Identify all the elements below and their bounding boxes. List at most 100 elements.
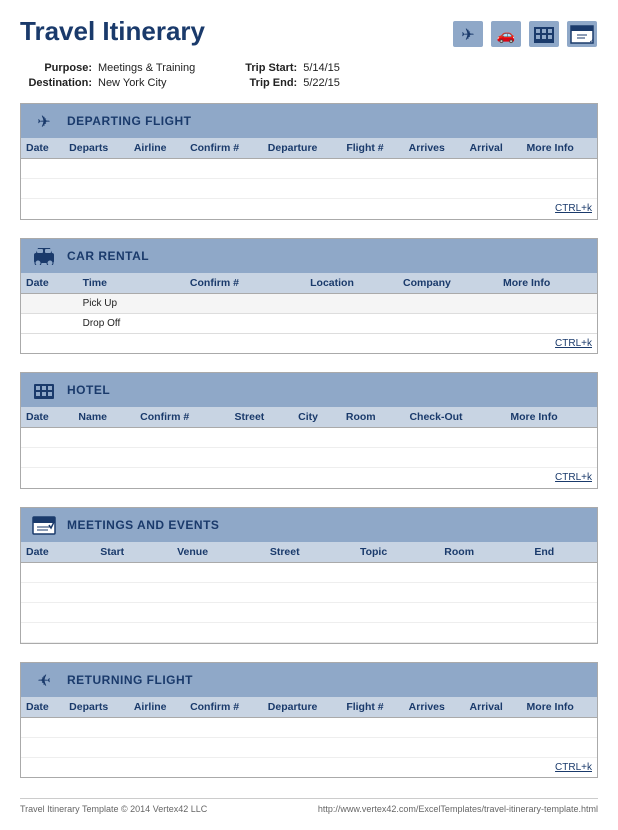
page-header: Travel Itinerary ✈ 🚗 <box>20 16 598 48</box>
table-row <box>21 179 597 199</box>
meetings-table: Date Start Venue Street Topic Room End <box>21 542 597 643</box>
meetings-title: MEETINGS AND EVENTS <box>67 518 219 532</box>
returning-ctrl-link[interactable]: CTRL+k <box>555 762 592 773</box>
footer-url: http://www.vertex42.com/ExcelTemplates/t… <box>318 804 598 814</box>
meetings-icon: ✓ <box>566 20 598 48</box>
col-airline: Airline <box>129 138 185 159</box>
destination-value: New York City <box>98 77 166 89</box>
departing-flight-section: ✈ DEPARTING FLIGHT Date Departs Airline … <box>20 103 598 220</box>
ret-col-departure: Departure <box>263 697 342 718</box>
meet-col-date: Date <box>21 542 95 563</box>
ctrl-row: CTRL+k <box>21 333 597 353</box>
meet-col-venue: Venue <box>172 542 265 563</box>
meetings-section-icon <box>31 514 57 536</box>
departing-header: ✈ DEPARTING FLIGHT <box>21 104 597 138</box>
hotel-col-street: Street <box>230 407 294 428</box>
table-row <box>21 717 597 737</box>
returning-plane-icon: ✈ <box>31 669 57 691</box>
hotel-table: Date Name Confirm # Street City Room Che… <box>21 407 597 488</box>
hotel-col-name: Name <box>73 407 135 428</box>
page-footer: Travel Itinerary Template © 2014 Vertex4… <box>20 798 598 814</box>
purpose-label: Purpose: <box>20 62 92 74</box>
ctrl-row: CTRL+k <box>21 757 597 777</box>
footer-copyright: Travel Itinerary Template © 2014 Vertex4… <box>20 804 207 814</box>
col-moreinfo: More Info <box>522 138 597 159</box>
returning-flight-section: ✈ RETURNING FLIGHT Date Departs Airline … <box>20 662 598 779</box>
purpose-destination-group: Purpose: Meetings & Training Destination… <box>20 62 195 89</box>
hotel-col-room: Room <box>341 407 405 428</box>
hotel-col-date: Date <box>21 407 73 428</box>
col-confirm: Confirm # <box>185 138 263 159</box>
ret-col-departs: Departs <box>64 697 129 718</box>
col-flight: Flight # <box>341 138 403 159</box>
hotel-section: HOTEL Date Name Confirm # Street City Ro… <box>20 372 598 489</box>
car-icon: 🚗 <box>490 20 522 48</box>
destination-label: Destination: <box>20 77 92 89</box>
col-departure: Departure <box>263 138 342 159</box>
ret-col-date: Date <box>21 697 64 718</box>
car-title: CAR RENTAL <box>67 249 149 263</box>
header-icons: ✈ 🚗 <box>452 20 598 48</box>
table-row <box>21 582 597 602</box>
ret-col-airline: Airline <box>129 697 185 718</box>
car-col-time: Time <box>78 273 160 294</box>
purpose-row: Purpose: Meetings & Training <box>20 62 195 74</box>
svg-text:✓: ✓ <box>589 38 595 45</box>
dates-group: Trip Start: 5/14/15 Trip End: 5/22/15 <box>225 62 340 89</box>
trip-end-value: 5/22/15 <box>303 77 340 89</box>
ret-col-arrival: Arrival <box>465 697 522 718</box>
meet-col-topic: Topic <box>355 542 439 563</box>
car-col-moreinfo: More Info <box>498 273 597 294</box>
meet-col-end: End <box>529 542 597 563</box>
table-row <box>21 562 597 582</box>
trip-start-label: Trip Start: <box>225 62 297 74</box>
hotel-col-checkout: Check-Out <box>404 407 505 428</box>
ret-col-arrives: Arrives <box>404 697 465 718</box>
table-row <box>21 622 597 642</box>
trip-start-value: 5/14/15 <box>303 62 340 74</box>
hotel-icon <box>528 20 560 48</box>
svg-text:✈: ✈ <box>37 673 50 689</box>
purpose-value: Meetings & Training <box>98 62 195 74</box>
hotel-col-city: City <box>293 407 341 428</box>
meet-col-start: Start <box>95 542 172 563</box>
table-row <box>21 159 597 179</box>
hotel-col-confirm: Confirm # <box>135 407 229 428</box>
departing-ctrl-link[interactable]: CTRL+k <box>555 203 592 214</box>
page-title: Travel Itinerary <box>20 16 205 47</box>
table-row: Pick Up <box>21 293 597 313</box>
col-arrives: Arrives <box>404 138 465 159</box>
meet-col-street: Street <box>265 542 355 563</box>
car-ctrl-link[interactable]: CTRL+k <box>555 338 592 349</box>
table-row <box>21 448 597 468</box>
departing-title: DEPARTING FLIGHT <box>67 114 191 128</box>
col-departs: Departs <box>64 138 129 159</box>
hotel-ctrl-link[interactable]: CTRL+k <box>555 472 592 483</box>
returning-title: RETURNING FLIGHT <box>67 673 193 687</box>
svg-text:✈: ✈ <box>37 114 50 130</box>
ret-col-moreinfo: More Info <box>522 697 597 718</box>
svg-text:✈: ✈ <box>461 27 474 44</box>
car-col-company: Company <box>398 273 498 294</box>
trip-info: Purpose: Meetings & Training Destination… <box>20 62 598 89</box>
departing-table: Date Departs Airline Confirm # Departure… <box>21 138 597 219</box>
table-row <box>21 428 597 448</box>
meetings-header: MEETINGS AND EVENTS <box>21 508 597 542</box>
car-col-date: Date <box>21 273 78 294</box>
table-row: Drop Off <box>21 313 597 333</box>
col-arrival: Arrival <box>465 138 522 159</box>
hotel-header: HOTEL <box>21 373 597 407</box>
returning-table: Date Departs Airline Confirm # Departure… <box>21 697 597 778</box>
returning-header: ✈ RETURNING FLIGHT <box>21 663 597 697</box>
trip-end-label: Trip End: <box>225 77 297 89</box>
hotel-title: HOTEL <box>67 383 110 397</box>
ret-col-confirm: Confirm # <box>185 697 263 718</box>
car-rental-section: CAR RENTAL Date Time Confirm # Location … <box>20 238 598 355</box>
car-table: Date Time Confirm # Location Company Mor… <box>21 273 597 354</box>
svg-text:🚗: 🚗 <box>497 27 516 44</box>
meet-col-room: Room <box>439 542 529 563</box>
departing-plane-icon: ✈ <box>31 110 57 132</box>
car-header: CAR RENTAL <box>21 239 597 273</box>
meetings-section: MEETINGS AND EVENTS Date Start Venue Str… <box>20 507 598 644</box>
car-rental-icon <box>31 245 57 267</box>
